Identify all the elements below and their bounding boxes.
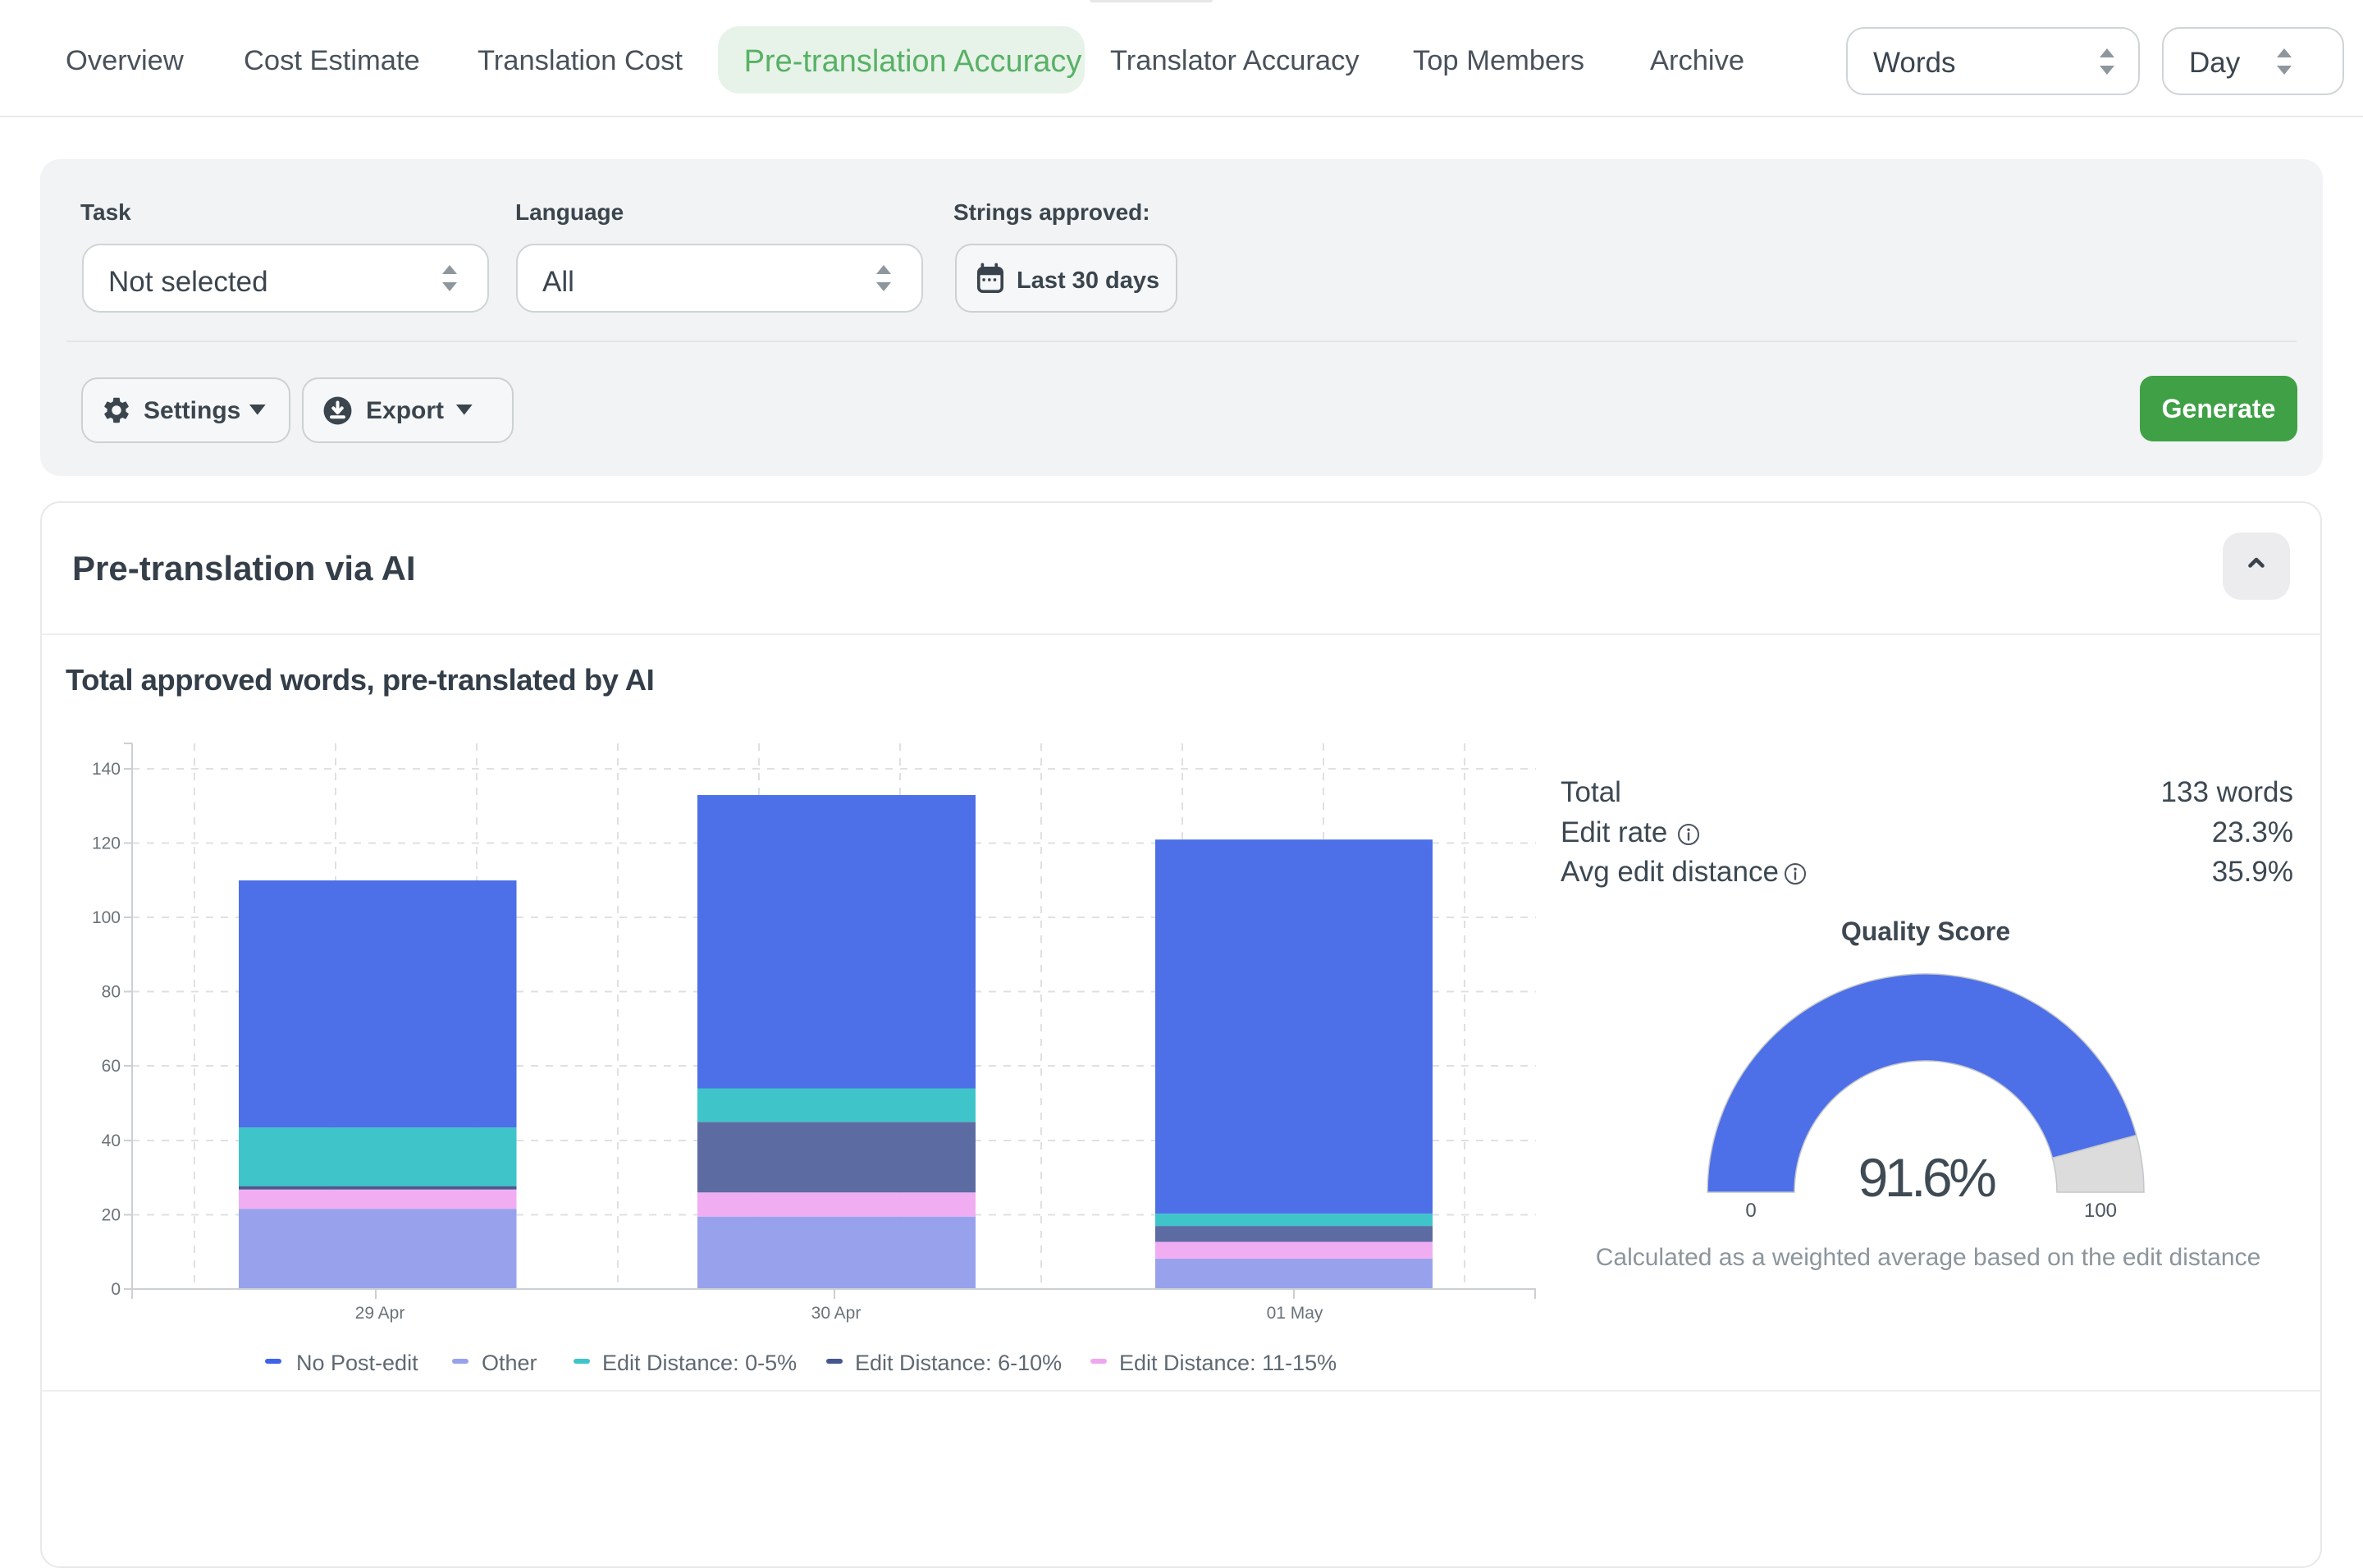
svg-text:100: 100 [92, 908, 121, 927]
svg-text:40: 40 [102, 1131, 121, 1150]
svg-text:60: 60 [102, 1057, 121, 1076]
svg-text:80: 80 [102, 983, 121, 1002]
svg-text:120: 120 [92, 834, 121, 853]
svg-text:30 Apr: 30 Apr [811, 1304, 862, 1323]
svg-text:20: 20 [102, 1206, 121, 1225]
svg-text:29 Apr: 29 Apr [355, 1304, 405, 1323]
svg-text:0: 0 [111, 1280, 121, 1299]
svg-text:140: 140 [92, 760, 121, 779]
svg-text:01 May: 01 May [1267, 1304, 1323, 1323]
